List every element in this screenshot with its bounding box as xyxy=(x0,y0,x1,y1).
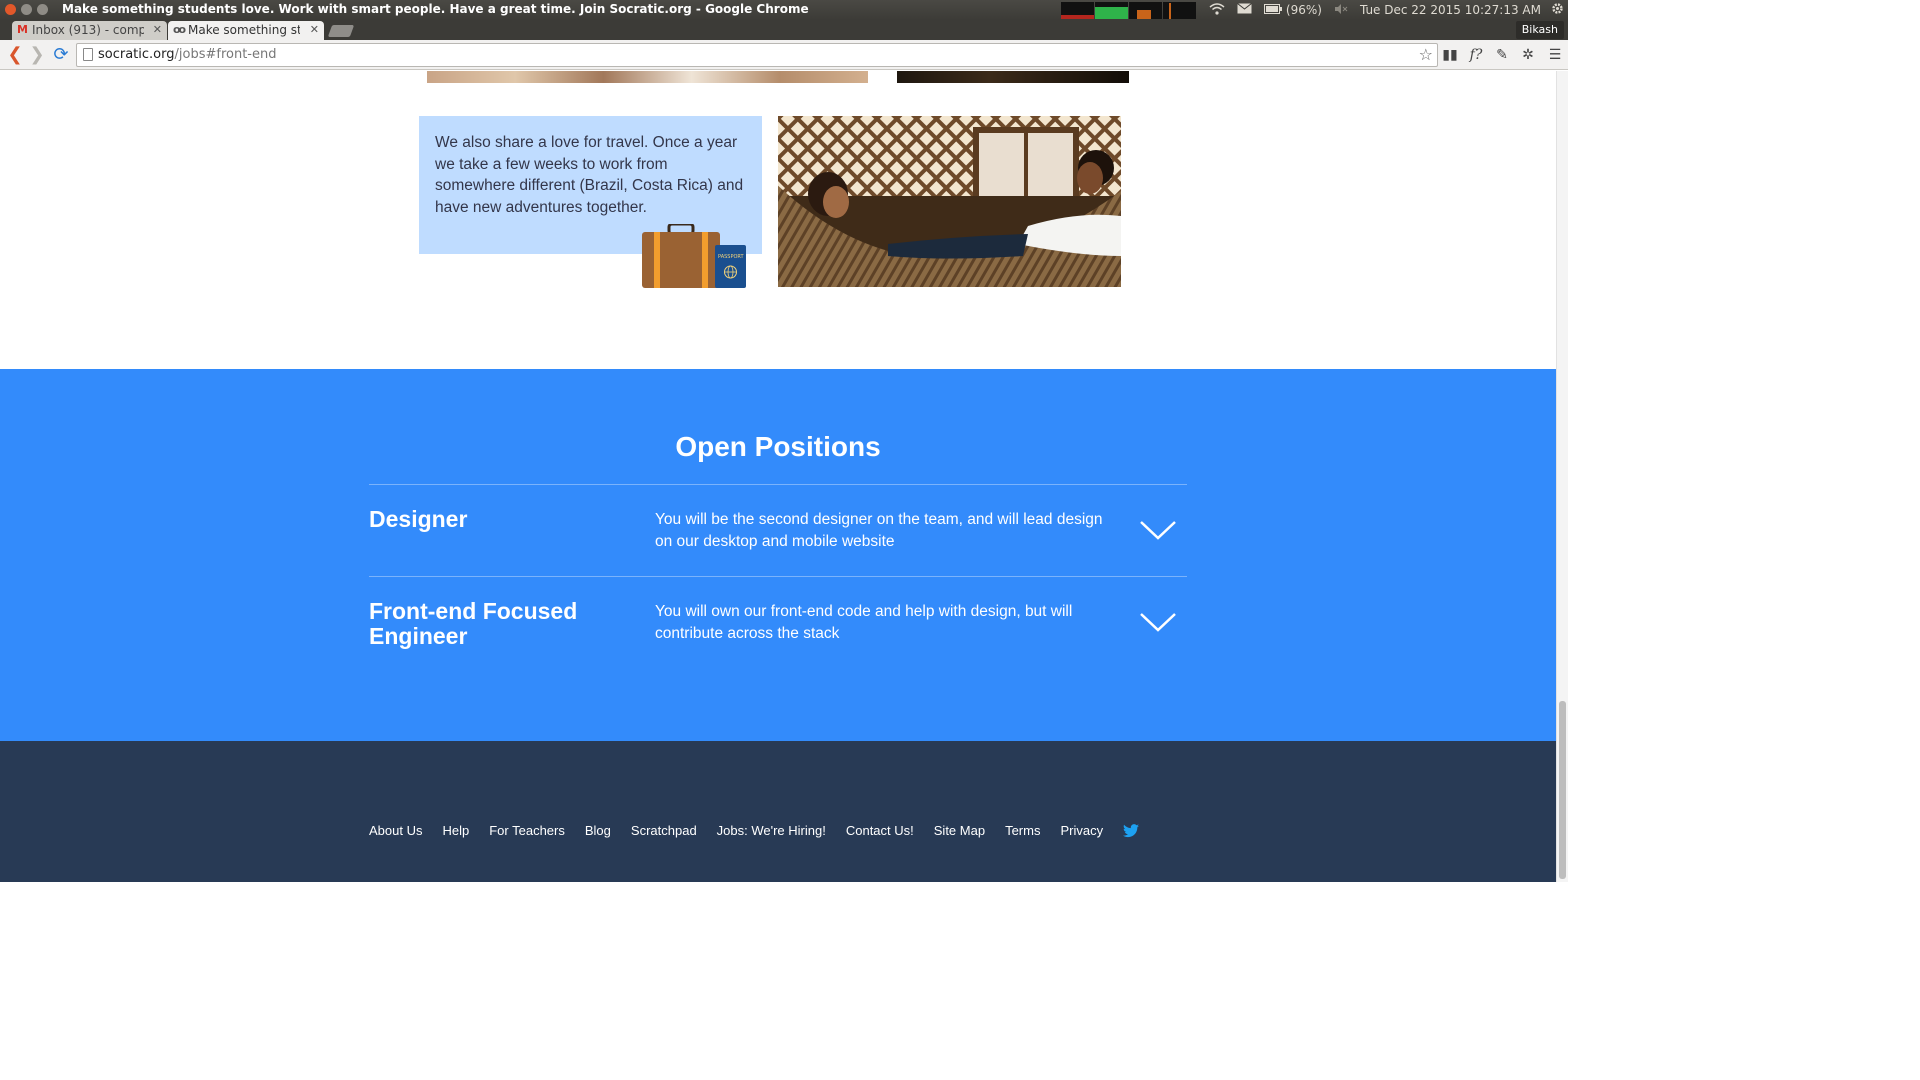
suitcase-passport-illustration: PASSPORT xyxy=(642,224,746,288)
reader-extension-icon[interactable]: ▮▮ xyxy=(1440,45,1460,65)
battery-percent: (96%) xyxy=(1285,3,1322,17)
tab-strip: M Inbox (913) - comput ✕ oo Make somethi… xyxy=(0,20,1568,40)
forward-arrow-icon: ❯ xyxy=(29,44,45,65)
window-close-button[interactable] xyxy=(5,4,16,15)
formula-extension-icon[interactable]: f? xyxy=(1466,45,1486,65)
footer-link-for-teachers[interactable]: For Teachers xyxy=(489,823,565,838)
cpu-graph xyxy=(1061,1,1095,19)
twitter-icon[interactable] xyxy=(1123,823,1140,838)
chevron-down-icon[interactable] xyxy=(1139,611,1177,633)
position-row-front-end-engineer[interactable]: Front-end Focused Engineer You will own … xyxy=(369,576,1187,668)
position-description: You will be the second designer on the t… xyxy=(655,511,1103,550)
footer-link-about-us[interactable]: About Us xyxy=(369,823,422,838)
footer-nav: About Us Help For Teachers Blog Scratchp… xyxy=(369,823,1140,838)
os-title-bar: Make something students love. Work with … xyxy=(0,0,1568,20)
eyedropper-extension-icon[interactable]: ✎ xyxy=(1492,45,1512,65)
url-text[interactable]: socratic.org/jobs#front-end xyxy=(98,47,276,62)
window-minimize-button[interactable] xyxy=(21,4,32,15)
tab-jobs[interactable]: oo Make something stu ✕ xyxy=(168,21,324,40)
back-button[interactable]: ❮ xyxy=(4,44,26,66)
footer-link-jobs[interactable]: Jobs: We're Hiring! xyxy=(717,823,826,838)
bookmark-star-icon[interactable]: ☆ xyxy=(1419,45,1433,64)
footer-link-site-map[interactable]: Site Map xyxy=(934,823,985,838)
address-bar[interactable]: socratic.org/jobs#front-end ☆ xyxy=(76,43,1438,67)
tab-close-icon[interactable]: ✕ xyxy=(310,21,319,39)
team-photo-night xyxy=(897,71,1129,83)
chevron-down-icon[interactable] xyxy=(1139,519,1177,541)
open-positions-section: Open Positions Designer You will be the … xyxy=(0,369,1556,741)
window-maximize-button[interactable] xyxy=(37,4,48,15)
window-title: Make something students love. Work with … xyxy=(62,2,809,16)
footer-link-blog[interactable]: Blog xyxy=(585,823,611,838)
gmail-icon: M xyxy=(17,23,28,36)
footer-link-help[interactable]: Help xyxy=(442,823,469,838)
bug-extension-icon[interactable]: ✲ xyxy=(1518,45,1538,65)
scrollbar-thumb[interactable] xyxy=(1559,701,1566,879)
tab-close-icon[interactable]: ✕ xyxy=(153,21,162,39)
team-photo-beach xyxy=(427,71,868,83)
hammock-photo xyxy=(778,116,1121,287)
settings-gear-icon[interactable] xyxy=(1551,2,1564,18)
open-positions-heading: Open Positions xyxy=(675,431,881,462)
footer-link-terms[interactable]: Terms xyxy=(1005,823,1040,838)
clock[interactable]: Tue Dec 22 2015 10:27:13 AM xyxy=(1360,3,1541,17)
page-viewport: We also share a love for travel. Once a … xyxy=(0,71,1556,882)
volume-muted-icon[interactable] xyxy=(1334,3,1348,18)
profile-badge[interactable]: Bikash xyxy=(1515,21,1564,39)
site-footer: About Us Help For Teachers Blog Scratchp… xyxy=(0,741,1556,882)
position-row-designer[interactable]: Designer You will be the second designer… xyxy=(369,484,1187,576)
new-tab-button[interactable] xyxy=(327,25,355,37)
reload-icon: ⟳ xyxy=(53,44,69,65)
socratic-owl-icon: oo xyxy=(173,23,186,36)
battery-indicator[interactable]: (96%) xyxy=(1264,3,1322,17)
page-icon xyxy=(83,48,93,61)
forward-button[interactable]: ❯ xyxy=(26,44,48,66)
disk-graph xyxy=(1163,1,1197,19)
tab-label: Inbox (913) - comput xyxy=(32,23,144,37)
memory-graph xyxy=(1095,1,1129,19)
passport-label: PASSPORT xyxy=(718,254,745,260)
wifi-icon[interactable] xyxy=(1209,2,1225,18)
footer-link-contact-us[interactable]: Contact Us! xyxy=(846,823,914,838)
position-title: Designer xyxy=(369,506,468,532)
travel-text: We also share a love for travel. Once a … xyxy=(435,134,744,216)
battery-icon xyxy=(1264,3,1286,17)
url-host: socratic.org xyxy=(98,47,175,62)
network-graph xyxy=(1129,1,1163,19)
page-scrollbar[interactable] xyxy=(1556,71,1568,882)
chrome-menu-icon[interactable]: ☰ xyxy=(1545,45,1565,65)
back-arrow-icon: ❮ xyxy=(7,44,23,65)
footer-link-scratchpad[interactable]: Scratchpad xyxy=(631,823,697,838)
browser-toolbar: ❮ ❯ ⟳ socratic.org/jobs#front-end ☆ ▮▮ f… xyxy=(0,40,1568,70)
url-path: /jobs#front-end xyxy=(174,47,277,62)
tab-label: Make something stu xyxy=(188,23,300,37)
system-tray: (96%) Tue Dec 22 2015 10:27:13 AM xyxy=(1061,0,1568,20)
position-title: Front-end Focused Engineer xyxy=(369,598,578,649)
tab-inbox[interactable]: M Inbox (913) - comput ✕ xyxy=(12,21,167,40)
mail-icon[interactable] xyxy=(1237,3,1252,17)
reload-button[interactable]: ⟳ xyxy=(50,44,72,66)
footer-link-privacy[interactable]: Privacy xyxy=(1060,823,1103,838)
position-description: You will own our front-end code and help… xyxy=(655,603,1073,642)
